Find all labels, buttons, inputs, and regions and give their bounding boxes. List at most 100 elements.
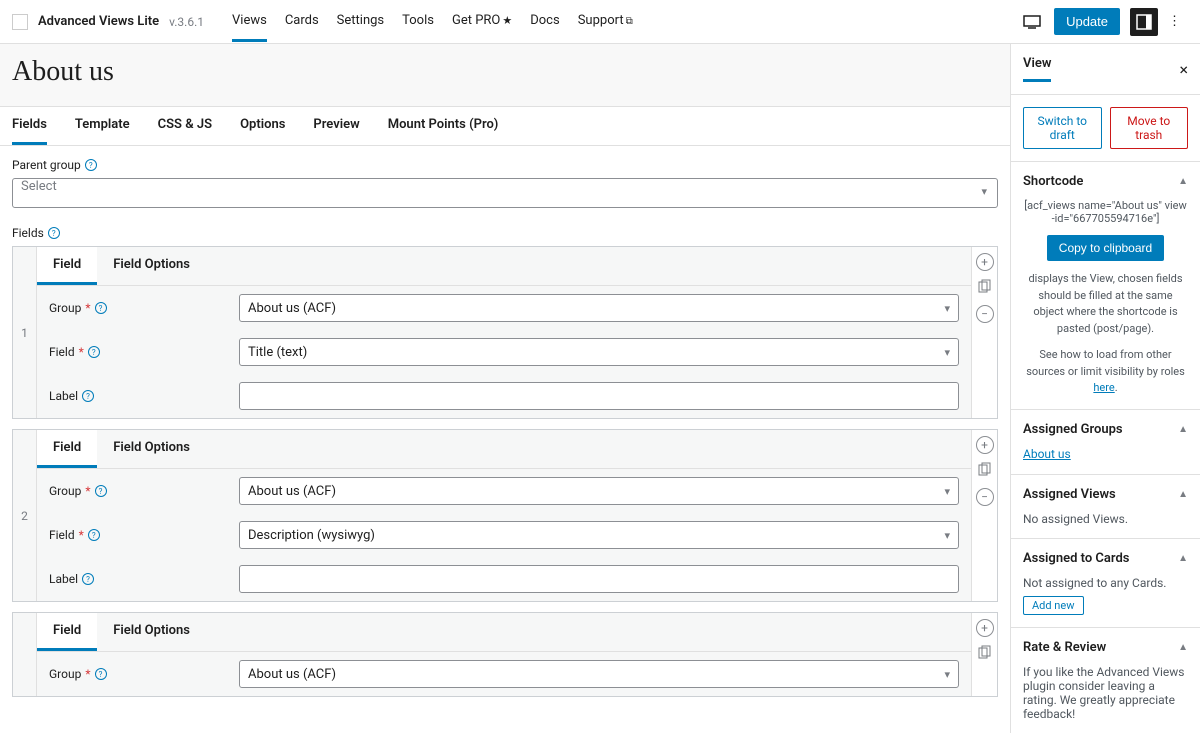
label-label: Label ?: [49, 572, 239, 586]
remove-row-icon[interactable]: −: [976, 488, 994, 506]
field-block: 2 Field Field Options Group * ? About us…: [12, 429, 998, 602]
row-number: [13, 613, 37, 696]
duplicate-row-icon[interactable]: [978, 645, 992, 663]
assigned-views-title: Assigned Views: [1023, 487, 1116, 502]
nav-tools[interactable]: Tools: [402, 2, 434, 42]
switch-to-draft-button[interactable]: Switch to draft: [1023, 107, 1102, 149]
group-label: Group * ?: [49, 667, 239, 681]
update-button[interactable]: Update: [1054, 8, 1120, 35]
help-icon[interactable]: ?: [88, 346, 100, 358]
sidebar-tab-view[interactable]: View: [1023, 56, 1051, 82]
field-select[interactable]: Title (text): [239, 338, 959, 366]
parent-group-select[interactable]: Select: [12, 178, 998, 208]
collapse-icon[interactable]: ▲: [1178, 424, 1188, 435]
field-label: Field * ?: [49, 528, 239, 542]
duplicate-row-icon[interactable]: [978, 279, 992, 297]
inner-tab-options[interactable]: Field Options: [97, 247, 206, 285]
collapse-icon[interactable]: ▲: [1178, 642, 1188, 653]
field-block: 1 Field Field Options Group * ? About us…: [12, 246, 998, 419]
assigned-views-text: No assigned Views.: [1023, 512, 1188, 526]
top-nav: Views Cards Settings Tools Get PRO★ Docs…: [232, 2, 633, 42]
external-link-icon: ⧉: [626, 16, 633, 27]
assigned-cards-title: Assigned to Cards: [1023, 551, 1129, 566]
more-icon[interactable]: ⋮: [1168, 14, 1188, 29]
help-icon[interactable]: ?: [85, 159, 97, 171]
shortcode-desc: displays the View, chosen fields should …: [1023, 271, 1188, 337]
nav-settings[interactable]: Settings: [337, 2, 384, 42]
nav-cards[interactable]: Cards: [285, 2, 319, 42]
move-to-trash-button[interactable]: Move to trash: [1110, 107, 1189, 149]
inner-tab-field[interactable]: Field: [37, 430, 97, 468]
copy-to-clipboard-button[interactable]: Copy to clipboard: [1047, 235, 1164, 261]
rate-review-text: If you like the Advanced Views plugin co…: [1023, 665, 1188, 721]
tab-css-js[interactable]: CSS & JS: [158, 107, 212, 145]
field-select[interactable]: Description (wysiwyg): [239, 521, 959, 549]
collapse-icon[interactable]: ▲: [1178, 176, 1188, 187]
nav-docs[interactable]: Docs: [530, 2, 559, 42]
help-icon[interactable]: ?: [95, 668, 107, 680]
fields-label: Fields ?: [12, 226, 998, 240]
tab-preview[interactable]: Preview: [313, 107, 359, 145]
collapse-icon[interactable]: ▲: [1178, 553, 1188, 564]
close-icon[interactable]: ×: [1179, 60, 1188, 79]
group-select[interactable]: About us (ACF): [239, 477, 959, 505]
inner-tabs: Field Field Options: [37, 247, 971, 286]
nav-views[interactable]: Views: [232, 2, 267, 42]
here-link[interactable]: here: [1093, 381, 1114, 394]
inner-tab-options[interactable]: Field Options: [97, 613, 206, 651]
shortcode-desc2: See how to load from other sources or li…: [1023, 347, 1188, 397]
sidebar-toggle-icon[interactable]: [1130, 8, 1158, 36]
title-area: About us: [0, 44, 1010, 107]
row-number: 2: [13, 430, 37, 601]
inner-tab-options[interactable]: Field Options: [97, 430, 206, 468]
assigned-group-link[interactable]: About us: [1023, 447, 1071, 461]
brand-name: Advanced Views Lite: [38, 14, 159, 29]
field-label: Field * ?: [49, 345, 239, 359]
help-icon[interactable]: ?: [82, 390, 94, 402]
page-title[interactable]: About us: [12, 56, 998, 88]
tab-fields[interactable]: Fields: [12, 107, 47, 145]
assigned-groups-title: Assigned Groups: [1023, 422, 1123, 437]
help-icon[interactable]: ?: [82, 573, 94, 585]
assigned-cards-box: Assigned to Cards ▲ Not assigned to any …: [1011, 539, 1200, 628]
assigned-groups-box: Assigned Groups ▲ About us: [1011, 410, 1200, 475]
sidebar: View × Switch to draft Move to trash Sho…: [1010, 44, 1200, 733]
rate-review-box: Rate & Review ▲ If you like the Advanced…: [1011, 628, 1200, 733]
group-select[interactable]: About us (ACF): [239, 660, 959, 688]
tab-mount-points[interactable]: Mount Points (Pro): [388, 107, 499, 145]
collapse-icon[interactable]: ▲: [1178, 489, 1188, 500]
add-row-icon[interactable]: +: [976, 619, 994, 637]
rate-review-title: Rate & Review: [1023, 640, 1106, 655]
inner-tabs: Field Field Options: [37, 430, 971, 469]
nav-get-pro[interactable]: Get PRO★: [452, 2, 512, 42]
help-icon[interactable]: ?: [95, 302, 107, 314]
nav-support[interactable]: Support⧉: [578, 2, 633, 42]
duplicate-row-icon[interactable]: [978, 462, 992, 480]
group-label: Group * ?: [49, 301, 239, 315]
inner-tab-field[interactable]: Field: [37, 247, 97, 285]
help-icon[interactable]: ?: [88, 529, 100, 541]
help-icon[interactable]: ?: [48, 227, 60, 239]
preview-icon[interactable]: [1020, 10, 1044, 34]
version-label: v.3.6.1: [169, 15, 204, 29]
label-input[interactable]: [239, 565, 959, 593]
inner-tabs: Field Field Options: [37, 613, 971, 652]
field-actions: + −: [971, 247, 997, 418]
label-input[interactable]: [239, 382, 959, 410]
help-icon[interactable]: ?: [95, 485, 107, 497]
parent-group-label: Parent group ?: [12, 158, 998, 172]
tab-template[interactable]: Template: [75, 107, 130, 145]
field-block: Field Field Options Group * ? About us (…: [12, 612, 998, 697]
tab-options[interactable]: Options: [240, 107, 285, 145]
inner-tab-field[interactable]: Field: [37, 613, 97, 651]
star-icon: ★: [502, 14, 512, 27]
add-row-icon[interactable]: +: [976, 436, 994, 454]
label-label: Label ?: [49, 389, 239, 403]
group-select[interactable]: About us (ACF): [239, 294, 959, 322]
add-new-button[interactable]: Add new: [1023, 596, 1084, 615]
field-actions: + −: [971, 430, 997, 601]
remove-row-icon[interactable]: −: [976, 305, 994, 323]
add-row-icon[interactable]: +: [976, 253, 994, 271]
field-actions: +: [971, 613, 997, 696]
shortcode-title: Shortcode: [1023, 174, 1083, 189]
